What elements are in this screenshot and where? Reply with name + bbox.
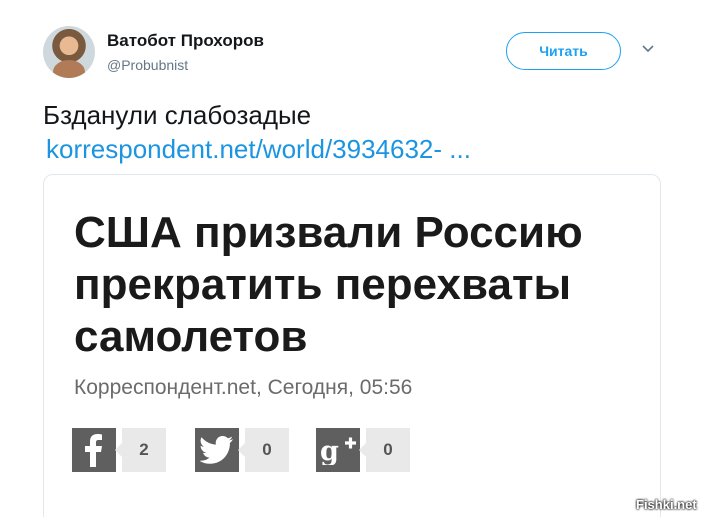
twitter-icon bbox=[195, 428, 239, 472]
google-plus-icon: g bbox=[316, 428, 360, 472]
tweet-link[interactable]: korrespondent.net/world/3934632- ... bbox=[46, 134, 471, 165]
watermark: Fishki.net bbox=[636, 497, 697, 512]
facebook-share-count: 2 bbox=[115, 428, 166, 472]
twitter-share[interactable]: 0 bbox=[195, 428, 289, 472]
tweet-text: Бзданули слабозадые bbox=[43, 100, 312, 130]
twitter-share-count: 0 bbox=[238, 428, 289, 472]
chevron-down-icon[interactable] bbox=[641, 42, 655, 56]
link-preview-card[interactable]: США призвали Россию прекратить перехваты… bbox=[43, 174, 661, 517]
googleplus-share-count: 0 bbox=[359, 428, 410, 472]
author-name[interactable]: Ватобот Прохоров bbox=[107, 31, 264, 51]
facebook-share[interactable]: 2 bbox=[72, 428, 166, 472]
author-handle[interactable]: @Probubnist bbox=[107, 57, 188, 73]
card-meta: Корреспондент.net, Сегодня, 05:56 bbox=[74, 376, 413, 399]
googleplus-share[interactable]: g 0 bbox=[316, 428, 410, 472]
facebook-icon bbox=[72, 428, 116, 472]
avatar[interactable] bbox=[43, 26, 95, 78]
card-headline: США призвали Россию прекратить перехваты… bbox=[74, 208, 583, 361]
follow-button[interactable]: Читать bbox=[506, 32, 621, 70]
svg-text:g: g bbox=[320, 436, 339, 465]
